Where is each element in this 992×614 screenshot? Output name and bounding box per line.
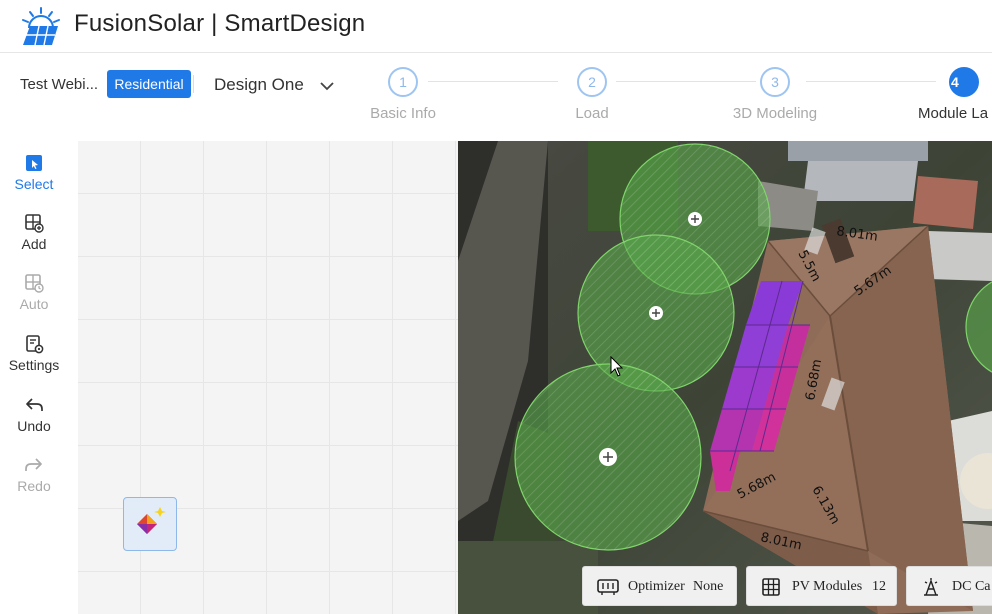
step-load[interactable]: 2 Load: [552, 67, 632, 122]
settings-tool-button[interactable]: Settings: [0, 334, 68, 373]
project-name[interactable]: Test Webi...: [20, 76, 98, 93]
step-number: 4: [949, 67, 979, 97]
divider: [193, 75, 194, 93]
pv-module-icon: [762, 578, 780, 596]
step-3d-modeling[interactable]: 3 3D Modeling: [725, 67, 825, 122]
add-tool-button[interactable]: Add: [0, 213, 68, 252]
step-label: Basic Info: [370, 105, 436, 122]
pv-modules-count: 12: [872, 579, 886, 594]
redo-button[interactable]: Redo: [0, 455, 68, 494]
undo-icon: [26, 398, 43, 411]
auto-layout-icon: [25, 274, 44, 293]
auto-tool-label: Auto: [19, 296, 49, 312]
settings-icon: [26, 335, 44, 354]
undo-label: Undo: [17, 418, 51, 434]
redo-label: Redo: [17, 478, 51, 494]
tool-sidebar: Select Add Auto Settings Undo Redo: [0, 141, 78, 614]
dc-cable-label: DC Ca: [952, 579, 991, 594]
add-tool-label: Add: [21, 236, 47, 252]
select-tool-label: Select: [14, 176, 54, 192]
auto-tool-button[interactable]: Auto: [0, 273, 68, 312]
settings-tool-label: Settings: [8, 357, 60, 373]
sparkle-icon: [137, 507, 166, 534]
undo-button[interactable]: Undo: [0, 395, 68, 434]
chevron-down-icon[interactable]: [318, 77, 336, 95]
step-label: Module La: [918, 105, 989, 122]
select-icon: [26, 155, 42, 171]
step-number: 2: [577, 67, 607, 97]
satellite-map-view[interactable]: 8.01m 5.5m 5.67m 6.68m 5.68m 6.13m 8.01m: [458, 141, 992, 614]
step-module-layout[interactable]: 4 Module La: [914, 67, 992, 122]
select-tool-button[interactable]: Select: [0, 153, 68, 192]
project-type-badge: Residential: [107, 70, 191, 98]
step-number: 1: [388, 67, 418, 97]
pv-modules-label: PV Modules: [792, 579, 863, 594]
satellite-map[interactable]: 8.01m 5.5m 5.67m 6.68m 5.68m 6.13m 8.01m: [458, 141, 992, 614]
project-bar: Test Webi... Residential Design One 1 Ba…: [0, 53, 992, 140]
app-title: FusionSolar | SmartDesign: [74, 10, 366, 37]
step-number: 3: [760, 67, 790, 97]
pv-modules-button[interactable]: PV Modules 12: [746, 566, 897, 606]
tree-obstacle[interactable]: [514, 363, 702, 551]
dc-cable-icon: [924, 578, 938, 596]
step-basic-info[interactable]: 1 Basic Info: [363, 67, 443, 122]
ai-design-button[interactable]: [123, 497, 177, 551]
design-selector[interactable]: Design One: [214, 75, 304, 95]
fusionsolar-logo-icon: [22, 7, 60, 46]
redo-icon: [25, 458, 42, 471]
step-connector: [428, 81, 558, 82]
optimizer-value: None: [693, 579, 724, 594]
top-bar: FusionSolar | SmartDesign: [0, 0, 992, 53]
add-module-icon: [25, 214, 44, 233]
optimizer-label: Optimizer: [628, 579, 685, 594]
optimizer-button[interactable]: Optimizer None: [582, 566, 737, 606]
optimizer-icon: [597, 579, 619, 595]
dc-cable-button[interactable]: DC Ca: [906, 566, 992, 606]
step-label: 3D Modeling: [732, 105, 818, 122]
step-label: Load: [575, 105, 609, 122]
